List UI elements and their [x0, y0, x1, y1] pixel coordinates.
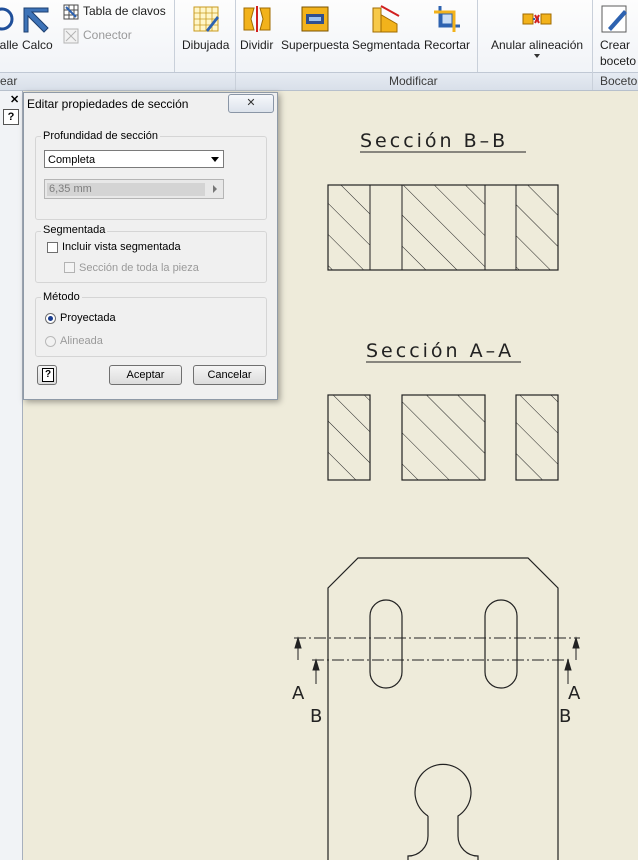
whole-part-label[interactable]: Sección de toda la pieza — [79, 262, 199, 274]
close-icon[interactable]: ✕ — [10, 93, 19, 106]
calco-icon — [22, 4, 52, 34]
calco-button[interactable]: Calco — [22, 4, 53, 52]
aligned-label[interactable]: Alineada — [60, 335, 103, 347]
section-line-b[interactable] — [312, 658, 572, 684]
dibujada-label: Dibujada — [182, 38, 230, 52]
chevron-right-icon — [213, 185, 217, 193]
section-bb-title: Sección B–B — [360, 130, 508, 152]
split-icon — [242, 4, 272, 34]
depth-legend: Profundidad de sección — [41, 130, 160, 142]
crop-icon — [432, 4, 462, 34]
group-label-boceto: Boceto — [600, 74, 638, 88]
section-label-b-right: B — [559, 706, 571, 727]
connector-icon — [63, 28, 79, 44]
segmentada-label: Segmentada — [352, 38, 421, 52]
method-legend: Método — [41, 291, 82, 303]
browser-panel-strip: ✕ ? — [0, 91, 23, 860]
dibujada-button[interactable]: Dibujada — [182, 4, 229, 52]
detail-button[interactable]: alle — [0, 4, 24, 52]
section-aa-view[interactable] — [327, 394, 559, 481]
superpuesta-button[interactable]: Superpuesta — [281, 4, 349, 52]
edit-section-properties-dialog: Editar propiedades de sección ✕ Profundi… — [23, 92, 278, 400]
depth-value-field[interactable]: 6,35 mm — [44, 179, 224, 199]
superpuesta-label: Superpuesta — [281, 38, 350, 52]
crear-boceto-button[interactable]: Crear — [600, 4, 630, 52]
tabla-clavos-button[interactable]: Tabla de clavos — [63, 4, 166, 20]
table-icon — [63, 4, 79, 20]
dialog-title: Editar propiedades de sección — [27, 97, 189, 111]
whole-part-checkbox[interactable] — [64, 262, 75, 273]
aligned-radio[interactable] — [45, 336, 56, 347]
overlay-icon — [300, 4, 330, 34]
chevron-down-icon — [534, 54, 541, 58]
calco-label: Calco — [22, 38, 53, 52]
method-group — [35, 297, 267, 357]
section-label-a-right: A — [568, 683, 581, 704]
recortar-button[interactable]: Recortar — [424, 4, 470, 52]
projected-label[interactable]: Proyectada — [60, 312, 116, 324]
cancel-button[interactable]: Cancelar — [193, 365, 266, 385]
crear-boceto-label-1: Crear — [600, 38, 631, 52]
section-line-a[interactable] — [294, 636, 580, 660]
ribbon-separator — [235, 72, 236, 90]
section-label-b-left: B — [310, 706, 322, 727]
dividir-label: Dividir — [240, 38, 274, 52]
segmented-group — [35, 231, 267, 283]
dialog-close-button[interactable]: ✕ — [228, 94, 274, 113]
chevron-down-icon — [211, 157, 219, 162]
conector-label: Conector — [83, 28, 132, 43]
depth-select[interactable]: Completa — [44, 150, 224, 168]
section-bb-view[interactable] — [327, 184, 559, 271]
conector-button[interactable]: Conector — [63, 28, 132, 44]
projected-radio[interactable] — [45, 313, 56, 324]
anular-alineacion-button[interactable]: Anular alineación — [491, 4, 583, 58]
detail-icon — [0, 4, 24, 34]
close-icon: ✕ — [246, 97, 256, 109]
recortar-label: Recortar — [424, 38, 471, 52]
depth-select-value: Completa — [48, 154, 96, 166]
include-segmented-label[interactable]: Incluir vista segmentada — [62, 241, 181, 253]
crear-boceto-label-2: boceto — [600, 54, 637, 68]
group-label-modificar: Modificar — [389, 74, 438, 88]
anular-alineacion-label: Anular alineación — [491, 38, 584, 52]
help-icon: ? — [42, 368, 54, 382]
depth-value: 6,35 mm — [49, 183, 92, 195]
segmentada-button[interactable]: Segmentada — [352, 4, 420, 52]
tabla-clavos-label: Tabla de clavos — [83, 4, 166, 19]
segmented-legend: Segmentada — [41, 224, 108, 236]
group-label-left: ear — [0, 74, 18, 88]
sketched-grid-icon — [191, 4, 221, 34]
include-segmented-checkbox[interactable] — [47, 242, 58, 253]
section-aa-title: Sección A–A — [366, 340, 514, 362]
ribbon-group-bar — [0, 72, 638, 90]
accept-button[interactable]: Aceptar — [109, 365, 182, 385]
depth-group — [35, 136, 267, 220]
segmented-icon — [371, 4, 401, 34]
section-label-a-left: A — [292, 683, 305, 704]
dividir-button[interactable]: Dividir — [240, 4, 273, 52]
ribbon: alle Calco Tabla de clavos Conector Dibu… — [0, 0, 638, 91]
ribbon-separator — [592, 72, 593, 90]
base-part-view[interactable] — [327, 557, 559, 860]
help-icon[interactable]: ? — [3, 109, 19, 125]
sketch-icon — [600, 4, 630, 34]
help-button[interactable]: ? — [37, 365, 57, 385]
break-alignment-icon — [522, 4, 552, 34]
detail-label: alle — [0, 38, 19, 52]
